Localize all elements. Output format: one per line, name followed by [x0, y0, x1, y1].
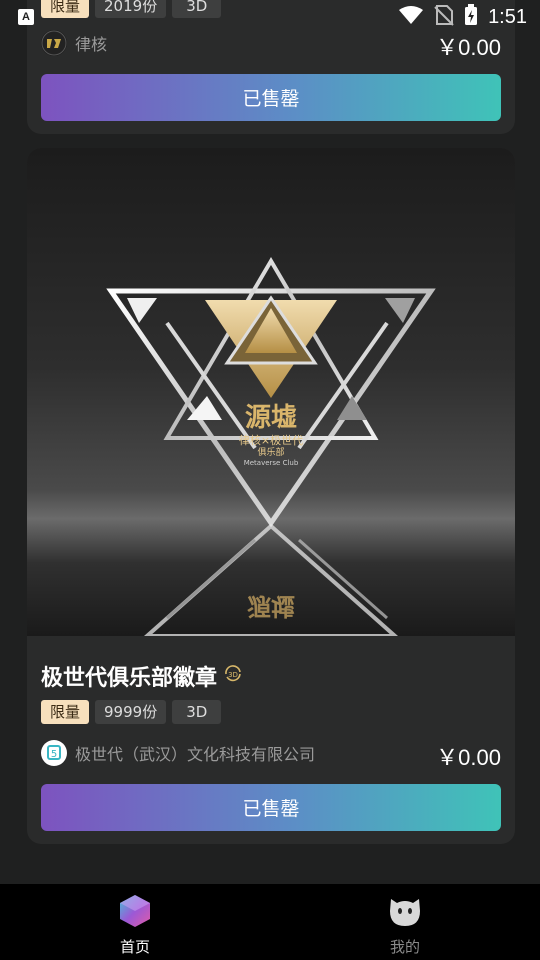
- artwork-sub-text: 律核×极世代: [239, 433, 303, 447]
- svg-text:5: 5: [51, 749, 57, 760]
- sold-out-button[interactable]: 已售罄: [41, 74, 501, 121]
- svg-text:源墟: 源墟: [247, 592, 295, 620]
- issuer-name: 极世代（武汉）文化科技有限公司: [75, 745, 316, 764]
- nav-item-profile[interactable]: 我的: [270, 884, 540, 960]
- nav-label-home: 首页: [119, 938, 150, 956]
- nav-label-profile: 我的: [389, 938, 420, 956]
- bottom-nav: 首页 我的: [0, 884, 540, 960]
- a-notification-icon: A: [18, 9, 34, 25]
- status-bar: A 1:51: [0, 0, 540, 36]
- edition-count-tag: 9999份: [95, 700, 167, 724]
- price: ￥0.00: [436, 745, 501, 770]
- title-row: 极世代俱乐部徽章 3D: [41, 660, 243, 692]
- artwork-en-text: Metaverse Club: [244, 459, 299, 467]
- artwork-sub2-text: 俱乐部: [257, 446, 284, 458]
- tag-row: 限量 9999份 3D: [41, 700, 222, 724]
- svg-text:3D: 3D: [228, 671, 238, 679]
- 3d-rotate-icon: 3D: [223, 664, 243, 688]
- clock: 1:51: [488, 5, 527, 28]
- limited-tag: 限量: [41, 700, 90, 724]
- battery-charging-icon: [464, 4, 478, 30]
- collection-title: 极世代俱乐部徽章: [41, 666, 218, 691]
- nav-item-home[interactable]: 首页: [0, 884, 270, 960]
- cube-home-icon: [117, 893, 153, 933]
- type-tag: 3D: [172, 700, 222, 724]
- no-sim-icon: [434, 4, 454, 30]
- issuer-row[interactable]: 5 极世代（武汉）文化科技有限公司: [41, 740, 315, 766]
- wifi-icon: [398, 5, 424, 29]
- badge-reflection: 源墟: [141, 523, 401, 638]
- collection-artwork[interactable]: 源墟 律核×极世代 俱乐部 Metaverse Club 源墟: [27, 148, 515, 638]
- issuer-logo: 5: [41, 740, 67, 766]
- badge-right-bar: [297, 321, 389, 450]
- sold-out-button[interactable]: 已售罄: [41, 784, 501, 831]
- cat-face-profile-icon: [387, 893, 423, 933]
- badge-lower-right: [337, 396, 367, 420]
- artwork-main-text: 源墟: [245, 403, 297, 433]
- collection-card[interactable]: 源墟 律核×极世代 俱乐部 Metaverse Club 源墟 极世代俱乐部徽章: [27, 148, 515, 844]
- collection-feed[interactable]: 限量 2019份 3D 律核 ￥0.00 已售罄 源墟 律核×极世代 俱乐部 M…: [0, 0, 540, 884]
